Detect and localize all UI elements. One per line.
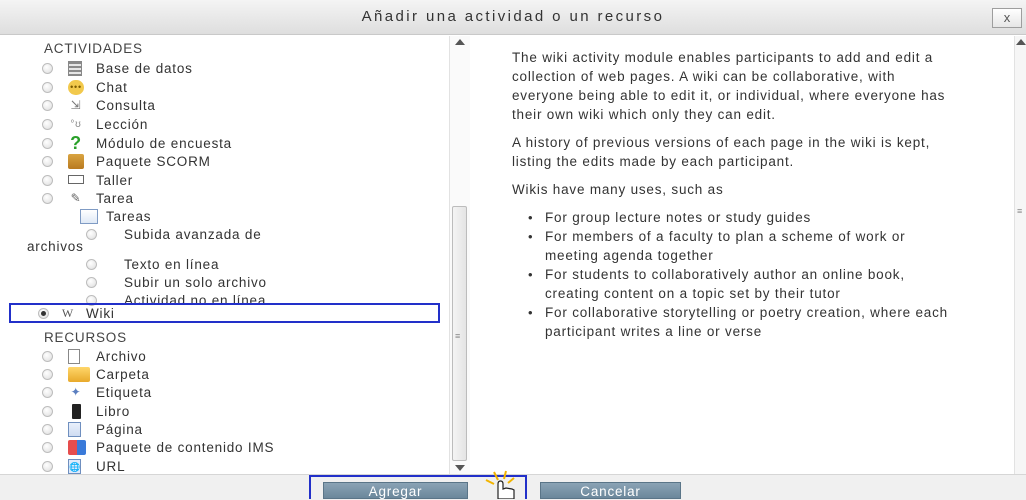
radio-button[interactable]: [42, 424, 53, 435]
option-label: Paquete de contenido IMS: [96, 440, 275, 455]
option-database[interactable]: Base de datos: [8, 59, 448, 79]
option-taller[interactable]: Taller: [8, 171, 448, 191]
list-item: For collaborative storytelling or poetry…: [528, 303, 952, 341]
radio-button[interactable]: [42, 138, 53, 149]
option-label: Etiqueta: [96, 385, 152, 400]
option-tarea[interactable]: ✎ Tarea: [8, 189, 448, 209]
radio-button[interactable]: [42, 119, 53, 130]
book-icon: [72, 404, 81, 419]
scroll-up-icon[interactable]: [455, 39, 465, 45]
option-leccion[interactable]: °ʊ Lección: [8, 115, 448, 135]
scroll-down-icon[interactable]: [455, 465, 465, 471]
option-label: Tarea: [96, 191, 134, 206]
survey-icon: ?: [70, 133, 82, 153]
option-label: Módulo de encuesta: [96, 136, 232, 151]
activities-heading: ACTIVIDADES: [44, 41, 143, 56]
option-label: Página: [96, 422, 143, 437]
radio-button[interactable]: [42, 369, 53, 380]
radio-button[interactable]: [86, 277, 97, 288]
choice-icon: ⇲: [70, 98, 82, 112]
radio-button[interactable]: [42, 63, 53, 74]
module-list: ACTIVIDADES Base de datos ••• Chat ⇲ Con…: [8, 36, 455, 474]
option-pagina[interactable]: Página: [8, 420, 448, 440]
description-paragraph: A history of previous versions of each p…: [512, 135, 931, 169]
option-label: Subir un solo archivo: [124, 275, 267, 290]
dialog-title: Añadir una actividad o un recurso: [361, 8, 665, 25]
option-label: Taller: [96, 173, 134, 188]
option-etiqueta[interactable]: ✦ Etiqueta: [8, 383, 448, 403]
database-icon: [68, 61, 82, 76]
option-chat[interactable]: ••• Chat: [8, 78, 448, 98]
chat-icon: •••: [68, 80, 84, 95]
cancel-button[interactable]: Cancelar: [540, 482, 681, 499]
radio-button[interactable]: [42, 193, 53, 204]
option-libro[interactable]: Libro: [8, 402, 448, 422]
tareas-group: Tareas: [8, 207, 448, 227]
dialog-titlebar: Añadir una actividad o un recurso x: [0, 0, 1026, 35]
folder-icon: [68, 367, 90, 382]
page-icon: [68, 422, 81, 437]
url-icon: 🌐: [68, 459, 81, 474]
option-label: Base de datos: [96, 61, 193, 76]
ims-icon: [68, 440, 86, 455]
list-item: For members of a faculty to plan a schem…: [528, 227, 952, 265]
list-item: For group lecture notes or study guides: [528, 208, 952, 227]
option-scorm[interactable]: Paquete SCORM: [8, 152, 448, 172]
workshop-icon: [68, 175, 84, 184]
option-texto-en-linea[interactable]: Texto en línea: [8, 255, 448, 275]
description-paragraph: The wiki activity module enables partici…: [512, 50, 946, 122]
resources-heading: RECURSOS: [44, 330, 127, 345]
radio-button[interactable]: [42, 442, 53, 453]
description-text: The wiki activity module enables partici…: [512, 48, 952, 341]
radio-button[interactable]: [42, 156, 53, 167]
description-paragraph: Wikis have many uses, such as: [512, 182, 724, 197]
option-label: Archivo: [96, 349, 147, 364]
option-archivo[interactable]: Archivo: [8, 347, 448, 367]
wiki-selection-highlight: [9, 303, 440, 323]
list-item: For students to collaboratively author a…: [528, 265, 952, 303]
option-label: Paquete SCORM: [96, 154, 211, 169]
option-subir-archivo[interactable]: Subir un solo archivo: [8, 273, 448, 293]
tareas-group-label: Tareas: [106, 209, 152, 224]
module-list-scrollbar[interactable]: ≡: [449, 36, 470, 474]
option-label: Consulta: [96, 98, 156, 113]
description-scrollbar[interactable]: ≡: [1014, 36, 1026, 474]
description-panel: The wiki activity module enables partici…: [474, 36, 1014, 474]
scroll-up-icon[interactable]: [1016, 39, 1026, 45]
option-label: Lección: [96, 117, 149, 132]
option-consulta[interactable]: ⇲ Consulta: [8, 96, 448, 116]
label-icon: ✦: [70, 385, 82, 399]
option-label: URL: [96, 459, 126, 474]
tareas-icon: [80, 209, 98, 224]
option-label: Carpeta: [96, 367, 150, 382]
option-encuesta[interactable]: ? Módulo de encuesta: [8, 134, 448, 154]
option-label: Texto en línea: [124, 257, 220, 272]
grip-icon: ≡: [455, 331, 461, 341]
add-activity-dialog: Añadir una actividad o un recurso x ACTI…: [0, 0, 1026, 500]
hand-cursor-icon: [485, 470, 515, 499]
option-label: Libro: [96, 404, 131, 419]
radio-button[interactable]: [42, 461, 53, 472]
uses-list: For group lecture notes or study guides …: [512, 208, 952, 341]
radio-button[interactable]: [42, 406, 53, 417]
option-ims[interactable]: Paquete de contenido IMS: [8, 438, 448, 458]
radio-button[interactable]: [42, 82, 53, 93]
radio-button[interactable]: [86, 259, 97, 270]
lesson-icon: °ʊ: [70, 119, 82, 130]
assignment-icon: ✎: [70, 191, 82, 205]
radio-button[interactable]: [42, 100, 53, 111]
option-label: archivos: [27, 239, 84, 254]
add-button[interactable]: Agregar: [323, 482, 468, 499]
radio-button[interactable]: [42, 175, 53, 186]
scorm-icon: [68, 154, 84, 169]
grip-icon: ≡: [1017, 206, 1023, 216]
file-icon: [68, 349, 80, 364]
option-url[interactable]: 🌐 URL: [8, 457, 448, 474]
option-label: Chat: [96, 80, 128, 95]
option-carpeta[interactable]: Carpeta: [8, 365, 448, 385]
option-subida-avanzada-cont: archivos: [8, 237, 448, 257]
close-button[interactable]: x: [992, 8, 1022, 28]
radio-button[interactable]: [42, 387, 53, 398]
radio-button[interactable]: [42, 351, 53, 362]
